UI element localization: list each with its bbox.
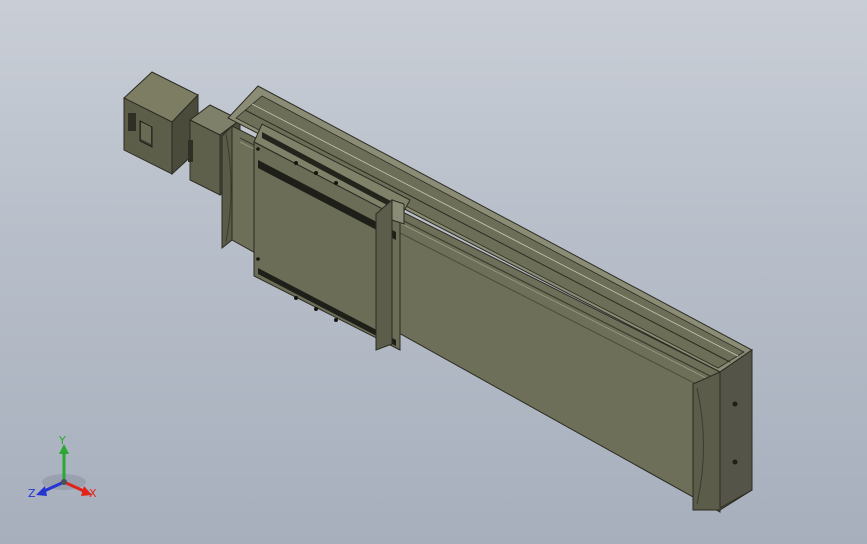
motor-connector-icon	[128, 113, 136, 131]
linear-actuator-model[interactable]	[0, 0, 867, 544]
z-axis-arrow-icon	[36, 486, 47, 496]
motor[interactable]	[123, 71, 199, 176]
y-axis-label: Y	[58, 434, 66, 447]
x-axis-label: X	[89, 487, 97, 500]
z-axis-label: Z	[28, 487, 36, 500]
orientation-triad[interactable]: Y X Z	[26, 430, 106, 510]
graphics-viewport[interactable]: Y X Z	[0, 0, 867, 544]
